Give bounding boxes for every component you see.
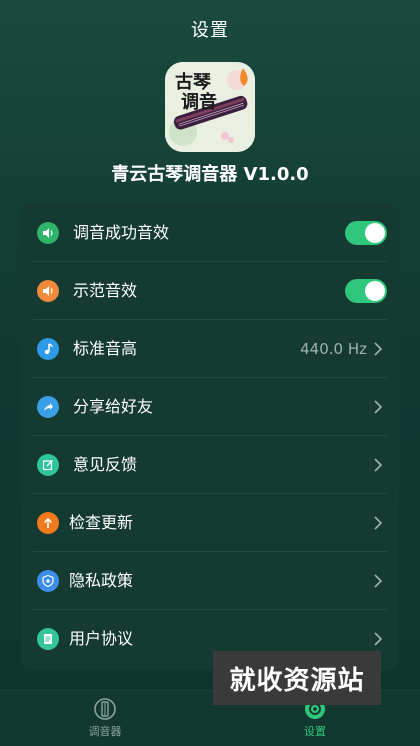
toggle-knob [365,223,385,243]
chevron-right-icon [374,632,383,646]
tab-tuner[interactable]: 调音器 [55,697,155,745]
pitch-value: 440.0 Hz [300,340,367,358]
demo-sound-toggle[interactable] [345,279,387,303]
setting-share[interactable]: 分享给好友 [21,378,399,436]
setting-label: 分享给好友 [73,397,154,416]
setting-standard-pitch[interactable]: 标准音高 440.0 Hz [21,320,399,378]
share-icon [37,396,59,418]
toggle-knob [365,281,385,301]
chevron-right-icon [374,342,383,356]
app-icon-text-line1: 古琴 [175,71,211,93]
chevron-right-icon [374,574,383,588]
setting-privacy-policy[interactable]: 隐私政策 [21,552,399,610]
setting-label: 调音成功音效 [73,223,170,242]
setting-label: 意见反馈 [73,455,138,474]
chevron-right-icon [374,458,383,472]
tuner-icon [94,698,116,720]
chevron-right-icon [374,400,383,414]
setting-label: 用户协议 [69,629,134,648]
tab-label: 设置 [304,725,326,738]
setting-label: 检查更新 [69,513,134,532]
setting-label: 隐私政策 [69,571,134,590]
guqin-app-icon: 古琴 调音 [165,62,255,152]
watermark: 就收资源站 [213,651,381,705]
tab-label: 调音器 [88,725,122,738]
setting-check-update[interactable]: 检查更新 [21,494,399,552]
setting-label: 标准音高 [73,339,138,358]
chevron-right-icon [374,516,383,530]
setting-success-sound: 调音成功音效 [21,204,399,262]
setting-label: 示范音效 [73,281,138,300]
watermark-text: 就收资源站 [229,665,365,696]
setting-feedback[interactable]: 意见反馈 [21,436,399,494]
app-icon-text-line2: 调音 [181,91,217,113]
speaker-icon [37,222,59,244]
shield-icon [37,570,59,592]
arrow-up-icon [37,512,59,534]
speaker-icon [37,280,59,302]
app-name-version: 青云古琴调音器 V1.0.0 [111,164,309,185]
edit-icon [37,454,59,476]
music-note-icon [37,338,59,360]
document-icon [37,628,59,650]
success-sound-toggle[interactable] [345,221,387,245]
setting-demo-sound: 示范音效 [21,262,399,320]
page-title: 设置 [191,20,229,41]
settings-card: 调音成功音效 示范音效 标准音高 440.0 Hz 分享给好友 意见反馈 检查更… [21,204,399,670]
